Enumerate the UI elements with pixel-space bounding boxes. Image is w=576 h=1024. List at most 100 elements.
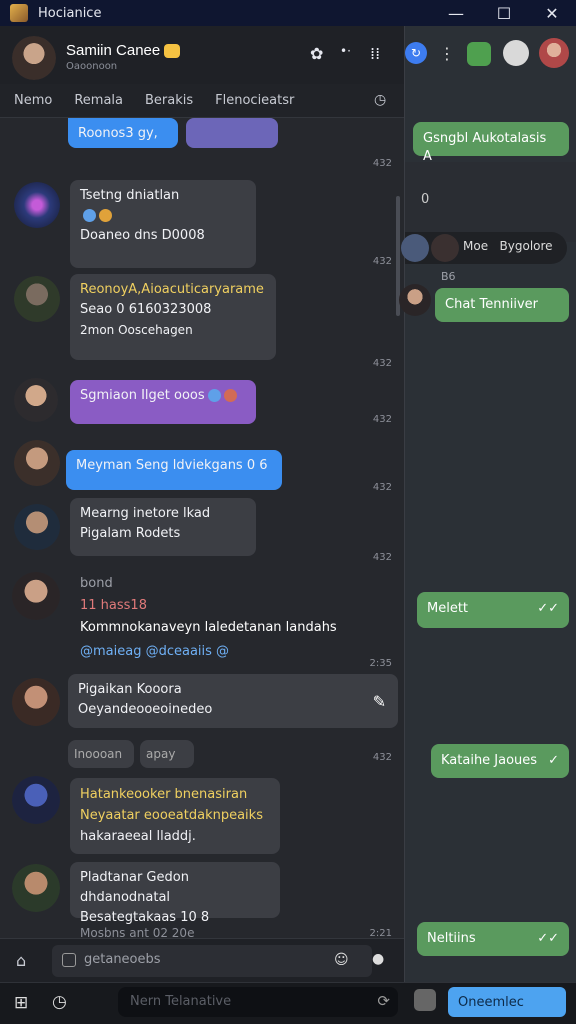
side-message: 0	[421, 192, 430, 207]
dots-icon[interactable]: •·	[340, 44, 351, 58]
tab-flenocieatsr[interactable]: Flenocieatsr	[215, 93, 294, 108]
message-bubble[interactable]: Meyman Seng ldviekgans 0 6	[66, 450, 282, 490]
reaction-chip[interactable]: apay	[140, 740, 194, 768]
sender-name: bond	[80, 576, 113, 591]
flower-icon[interactable]: ✿	[310, 44, 323, 63]
contact-name: Samiin Canee	[66, 42, 181, 59]
title-bar: Hocianice — ☐ ✕	[0, 0, 576, 26]
message-time: 2:35	[369, 658, 392, 669]
contact-status: Oaoonoon	[66, 61, 118, 72]
message-text: Besategtakaas 10 8	[80, 910, 210, 925]
emoji-icon[interactable]: ☺	[334, 952, 349, 968]
message-list[interactable]: Roonos3 gy, 432 Tsetng dniatlan Doaneo d…	[0, 118, 404, 940]
avatar	[431, 234, 459, 262]
sync-icon[interactable]: ↻	[405, 42, 427, 64]
avatar	[401, 234, 429, 262]
clock-icon[interactable]: ◷	[374, 92, 386, 108]
tab-remala[interactable]: Remala	[74, 93, 123, 108]
side-chat-pane: ↻ ⋮ Gsngbl Aukotalasis A 0 Moe Bygolore …	[399, 26, 576, 982]
message-bubble[interactable]: Tsetng dniatlan Doaneo dns D0008	[70, 180, 256, 268]
maximize-button[interactable]: ☐	[480, 0, 528, 26]
message-bubble[interactable]: Sgmiaon Ilget ooos	[70, 380, 256, 424]
tab-nemo[interactable]: Nemo	[14, 93, 52, 108]
avatar[interactable]	[399, 284, 431, 316]
emoji-row	[80, 206, 246, 226]
window-title: Hocianice	[38, 5, 102, 21]
double-check-icon: ✓✓	[537, 601, 559, 616]
refresh-icon[interactable]: ⟳	[377, 992, 390, 1010]
message-bubble[interactable]: ReonoyA,Aioacuticaryarame Seao 0 6160323…	[70, 274, 276, 360]
double-check-icon: ✓✓	[537, 931, 559, 946]
chat-header: Samiin Canee Oaoonoon ✿ •· ⁞⁞	[0, 26, 404, 84]
message-bubble[interactable]: Pladtanar Gedon dhdanodnatal Besategtaka…	[70, 862, 280, 925]
checkbox-icon[interactable]	[62, 953, 76, 967]
message-bubble[interactable]: Hatankeooker bnenasiran Neyaatar eooeatd…	[70, 778, 280, 854]
message-text: hakaraeeal lladdj.	[80, 829, 196, 844]
message-text: Hatankeooker bnenasiran	[80, 787, 248, 802]
message-time: 432	[372, 752, 392, 763]
input-placeholder: getaneoebs	[84, 952, 161, 967]
message-date: 11 hass18	[80, 598, 147, 613]
message-bubble[interactable]	[186, 118, 278, 148]
app-icon	[10, 4, 28, 22]
side-message[interactable]: Neltiins ✓✓	[417, 922, 569, 956]
message-bubble[interactable]: Pigaikan Kooora Oeyandeooeoinedeo ✎	[68, 674, 398, 728]
pen-icon[interactable]: ✎	[373, 692, 386, 712]
grid-icon[interactable]: ⊞	[14, 993, 28, 1013]
tab-bar: Nemo Remala Berakis Flenocieatsr ◷	[0, 84, 404, 118]
bottom-bar: ⊞ ◷ Nern Telanative ⟳ Oneemlec	[0, 982, 576, 1024]
message-input[interactable]: getaneoebs ☺	[52, 945, 372, 977]
side-meta: B6	[441, 270, 456, 283]
composer: ⌂ getaneoebs ☺ ●	[0, 938, 404, 982]
message-time: 432	[372, 552, 392, 563]
message-time: 432	[372, 414, 392, 425]
side-message-card: 0	[405, 162, 576, 242]
side-message[interactable]: Melett ✓✓	[417, 592, 569, 628]
more-icon[interactable]: ⋮	[439, 44, 455, 63]
compass-icon[interactable]	[503, 40, 529, 66]
avatar[interactable]	[14, 378, 58, 422]
message-text: Neyaatar eooeatdaknpeaiks	[80, 808, 263, 823]
tab-berakis[interactable]: Berakis	[145, 93, 193, 108]
avatar[interactable]	[12, 864, 60, 912]
clock-icon[interactable]: ◷	[52, 992, 67, 1012]
side-message[interactable]: Chat Tenniiver	[435, 288, 569, 322]
side-message[interactable]: Gsngbl Aukotalasis A	[413, 122, 569, 164]
avatar[interactable]	[12, 678, 60, 726]
send-button[interactable]: Oneemlec	[448, 987, 566, 1017]
message-time: 432	[372, 482, 392, 493]
message-text: ReonoyA,Aioacuticaryarame	[80, 282, 264, 297]
avatar[interactable]	[12, 36, 56, 80]
mention-link[interactable]: @maieag @dceaaiis @	[80, 644, 229, 659]
search-input[interactable]: Nern Telanative ⟳	[118, 987, 398, 1017]
chat-pane: Samiin Canee Oaoonoon ✿ •· ⁞⁞ Nemo Remal…	[0, 26, 404, 982]
message-bubble[interactable]: Roonos3 gy,	[68, 118, 178, 148]
avatar[interactable]	[14, 504, 60, 550]
search-placeholder: Nern Telanative	[130, 994, 232, 1009]
minimize-button[interactable]: —	[432, 0, 480, 26]
message-bubble[interactable]: Mearng inetore lkad Pigalam Rodets	[70, 498, 256, 556]
avatar[interactable]	[14, 440, 60, 486]
message-text: Doaneo dns D0008	[80, 228, 205, 243]
attach-icon[interactable]: ⌂	[16, 951, 26, 970]
grid-icon[interactable]: ⁞⁞	[370, 44, 380, 63]
side-message[interactable]: Kataihe Jaoues ✓	[431, 744, 569, 778]
calendar-icon[interactable]	[467, 42, 491, 66]
message-text: 2mon Ooscehagen	[80, 323, 193, 337]
contact-icon[interactable]	[414, 989, 436, 1011]
message-text: Tsetng dniatlan	[80, 188, 180, 203]
message-text: Oeyandeooeoinedeo	[78, 702, 213, 717]
avatar[interactable]	[12, 776, 60, 824]
avatar[interactable]	[14, 276, 60, 322]
avatar[interactable]	[12, 572, 60, 620]
reaction-chip[interactable]: Inoooan	[68, 740, 134, 768]
check-icon: ✓	[548, 753, 559, 768]
participants-label: Moe Bygolore	[463, 239, 553, 253]
close-button[interactable]: ✕	[528, 0, 576, 26]
message-text: Pigaikan Kooora	[78, 682, 182, 697]
avatar[interactable]	[539, 38, 569, 68]
emoji-icon	[164, 44, 181, 59]
participants-row[interactable]: Moe Bygolore	[401, 232, 567, 264]
avatar[interactable]	[14, 182, 60, 228]
mic-icon[interactable]: ●	[372, 951, 384, 967]
